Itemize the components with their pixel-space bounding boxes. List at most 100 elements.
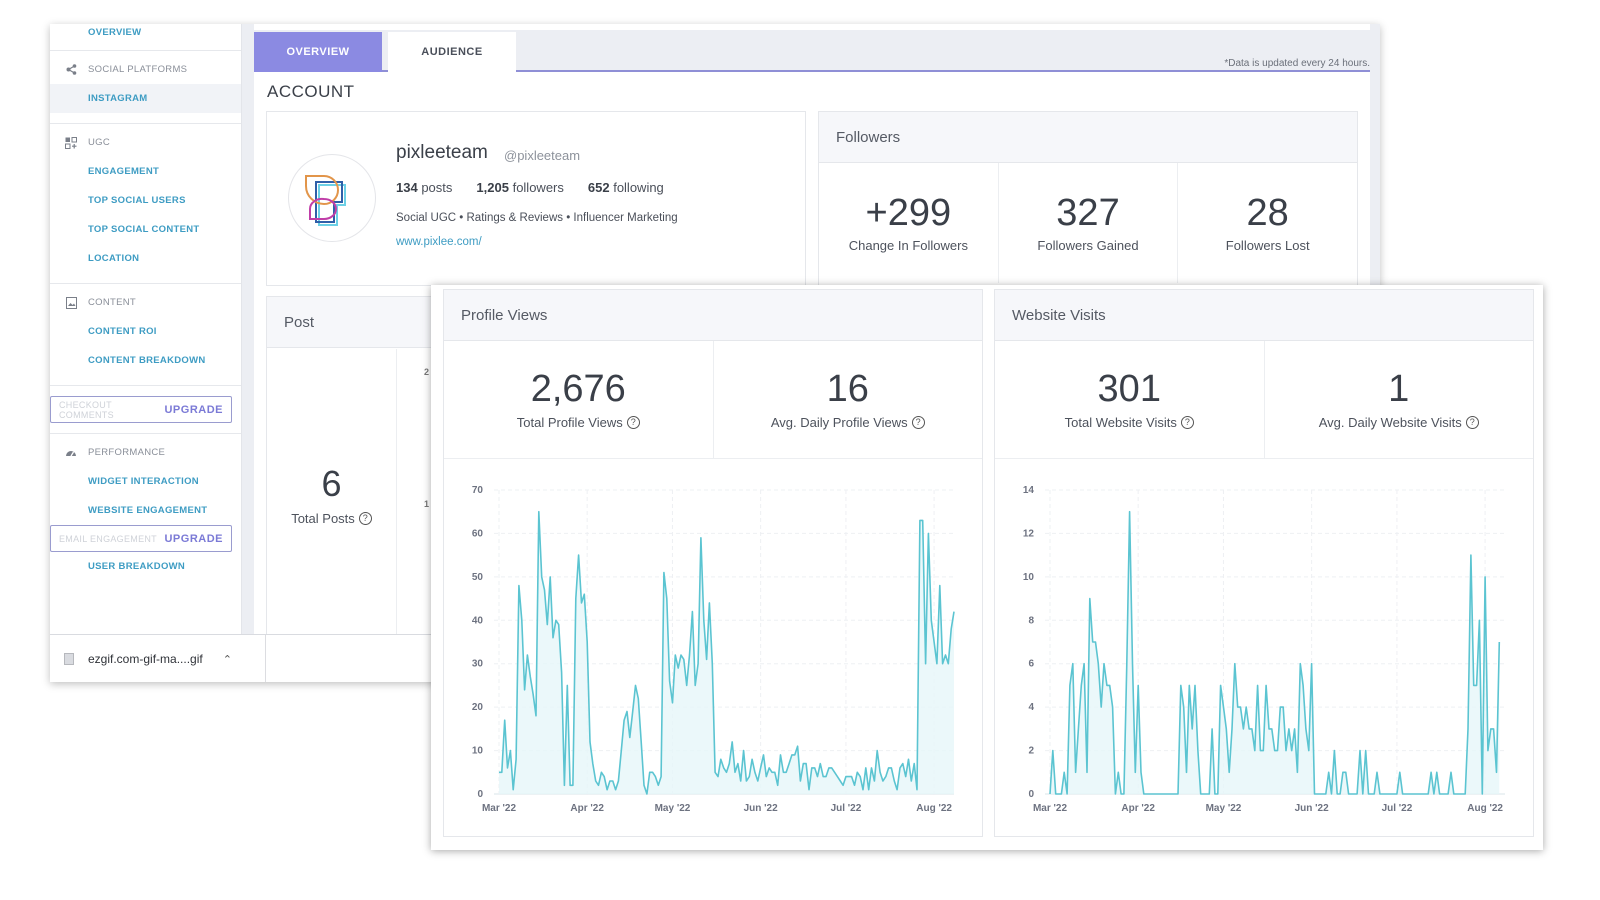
y-tick-label: 12 [1023,528,1035,539]
sidebar-item-instagram[interactable]: INSTAGRAM [50,84,241,113]
download-item[interactable]: ezgif.com-gif-ma....gif ⌃ [50,635,266,682]
sidebar: OVERVIEW SOCIAL PLATFORMS INSTAGRAM UGC … [50,24,242,634]
y-tick-label: 50 [472,572,484,583]
sidebar-item-content-breakdown[interactable]: CONTENT BREAKDOWN [50,346,241,375]
x-tick-label: Jul '22 [1382,803,1413,814]
help-icon[interactable]: ? [911,415,925,429]
stat-label-text: Total Posts [291,510,355,526]
y-tick-label: 14 [1023,485,1035,496]
upgrade-checkout-comments[interactable]: CHECKOUT COMMENTS UPGRADE [50,396,232,423]
y-tick-label: 30 [472,659,484,670]
stat-label: Total Profile Views? [517,415,640,430]
y-tick-label: 20 [472,702,484,713]
stat-value: 28 [1246,191,1289,234]
help-icon[interactable]: ? [1465,415,1479,429]
sidebar-section-ugc: UGC [50,128,241,157]
sidebar-item-location[interactable]: LOCATION [50,244,241,273]
help-icon[interactable]: ? [1180,415,1194,429]
sidebar-item-website-engagement[interactable]: WEBSITE ENGAGEMENT [50,496,241,525]
sidebar-item-top-social-users[interactable]: TOP SOCIAL USERS [50,186,241,215]
followers-stats: +299 Change In Followers 327 Followers G… [819,163,1357,283]
upgrade-button[interactable]: UPGRADE [164,404,223,416]
stat-label: Followers Lost [1225,238,1310,254]
account-bio: Social UGC • Ratings & Reviews • Influen… [396,212,678,224]
x-tick-label: May '22 [655,803,691,814]
y-tick-label: 10 [1023,572,1035,583]
sidebar-item-widget-interaction[interactable]: WIDGET INTERACTION [50,467,241,496]
section-title: PERFORMANCE [88,447,166,458]
profile-views-chart: 0 10 20 30 40 50 60 70 Mar '22 Apr '22 May '22 Jun … [472,485,955,814]
stat-label-text: Total Website Visits [1064,414,1177,430]
x-tick-label: Jul '22 [831,803,862,814]
stat-label: Avg. Daily Website Visits? [1319,415,1479,430]
sidebar-item-content-roi[interactable]: CONTENT ROI [50,317,241,346]
y-tick-label: 8 [1028,615,1034,626]
help-icon[interactable]: ? [358,511,372,525]
y-tick-label: 2 [1028,746,1034,757]
stat-value: 1 [1388,368,1410,411]
sidebar-item-overview[interactable]: OVERVIEW [50,24,241,46]
posts-label: posts [421,180,453,195]
x-tick-label: May '22 [1206,803,1242,814]
account-name: pixleeteam [396,142,488,163]
sidebar-item-engagement[interactable]: ENGAGEMENT [50,157,241,186]
x-tick-label: Aug '22 [1467,803,1503,814]
stat-label: Avg. Daily Profile Views? [771,415,925,430]
stat-value: 327 [1056,191,1120,234]
stat-value: 6 [321,462,342,504]
stat-value: 16 [826,368,869,411]
profile-views-stats: 2,676 Total Profile Views? 16 Avg. Daily… [444,341,982,459]
tab-audience[interactable]: AUDIENCE [388,32,516,72]
update-note: *Data is updated every 24 hours. [1224,58,1370,69]
followers-count: 1,205 [476,180,509,195]
stat-followers-lost: 28 Followers Lost [1178,163,1357,283]
y-tick-label: 0 [1028,789,1034,800]
dashboard-icon [64,446,78,460]
x-tick-label: Apr '22 [570,803,604,814]
series-area [1050,511,1500,794]
account-website-link[interactable]: www.pixlee.com/ [396,236,482,248]
y-tick-label: 4 [1028,702,1034,713]
upgrade-button[interactable]: UPGRADE [164,533,223,545]
card-title: Profile Views [444,290,982,341]
followers-label: followers [512,180,564,195]
axis-tick: 2 [424,367,430,377]
stat-label: Followers Gained [1037,238,1139,254]
stat-total-profile-views: 2,676 Total Profile Views? [444,341,714,458]
avatar [288,154,376,242]
x-tick-label: Mar '22 [1033,803,1068,814]
card-title: Followers [819,112,1357,163]
y-tick-label: 10 [472,746,484,757]
website-visits-stats: 301 Total Website Visits? 1 Avg. Daily W… [995,341,1533,459]
file-icon [64,653,74,665]
section-title: SOCIAL PLATFORMS [88,64,188,75]
section-title-account: ACCOUNT [267,82,355,101]
stat-value: 2,676 [530,368,626,411]
stat-followers-gained: 327 Followers Gained [999,163,1179,283]
stat-label-text: Avg. Daily Profile Views [770,414,908,430]
posts-stat: 134 posts [396,180,452,195]
stat-value: +299 [865,191,952,234]
ugc-icon [64,136,78,150]
website-visits-chart: 0 2 4 6 8 10 12 14 Mar '22 Apr '22 May '22 Jun '22 J… [1023,485,1505,814]
y-tick-label: 40 [472,615,484,626]
sidebar-item-top-social-content[interactable]: TOP SOCIAL CONTENT [50,215,241,244]
x-tick-label: Jun '22 [744,803,778,814]
posts-count: 134 [396,180,418,195]
followers-card: Followers +299 Change In Followers 327 F… [818,111,1358,311]
y-tick-label: 6 [1028,659,1034,670]
tab-overview[interactable]: OVERVIEW [254,32,382,72]
x-tick-label: Aug '22 [916,803,952,814]
card-title: Website Visits [995,290,1533,341]
stat-total-posts: 6 Total Posts ? [267,349,397,639]
section-title: CONTENT [88,297,137,308]
help-icon[interactable]: ? [626,415,640,429]
y-tick-label: 0 [477,789,483,800]
sidebar-item-user-breakdown[interactable]: USER BREAKDOWN [50,552,241,581]
upgrade-email-engagement[interactable]: EMAIL ENGAGEMENT UPGRADE [50,525,232,552]
stat-avg-daily-website-visits: 1 Avg. Daily Website Visits? [1265,341,1534,458]
chevron-up-icon[interactable]: ⌃ [223,653,232,666]
upgrade-label: EMAIL ENGAGEMENT [59,533,157,544]
tab-bar: OVERVIEW AUDIENCE *Data is updated every… [254,30,1370,72]
stat-label: Total Posts ? [291,511,372,526]
